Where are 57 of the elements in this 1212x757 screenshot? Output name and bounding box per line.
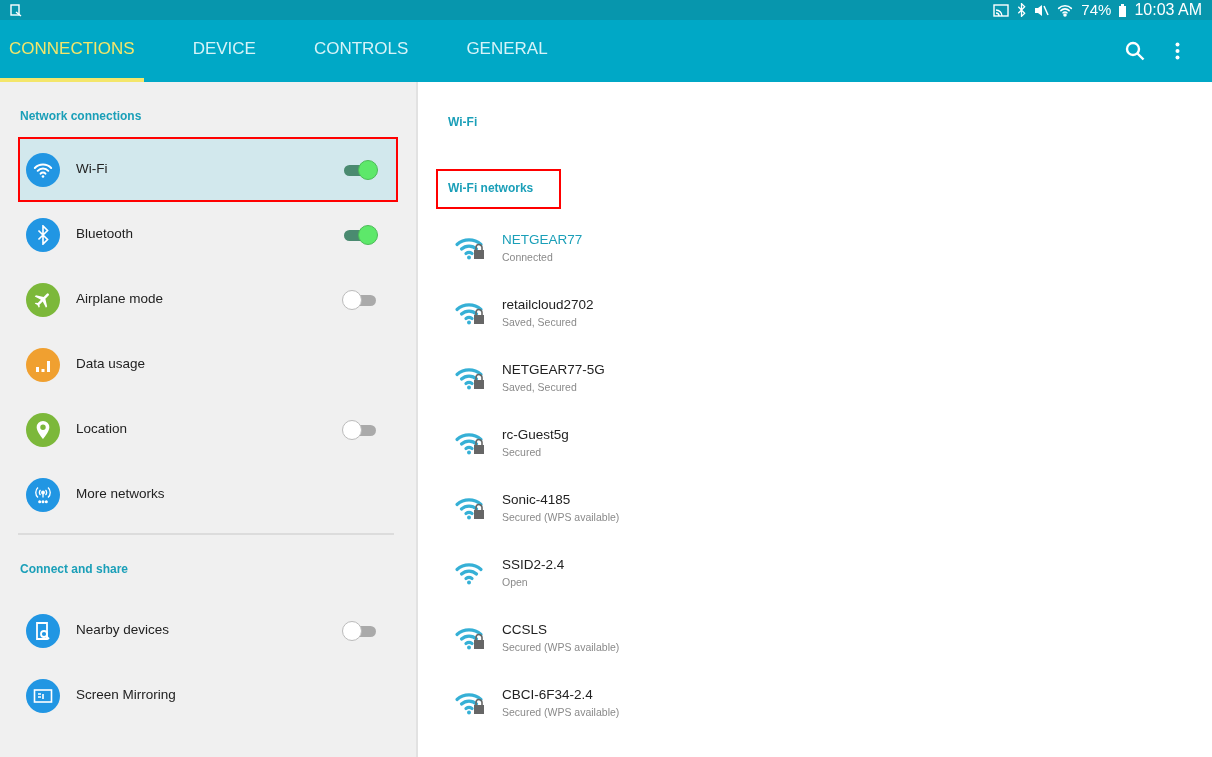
section-heading: Wi-Fi networks: [436, 169, 562, 209]
toggle-switch[interactable]: [342, 418, 378, 441]
network-status: Connected: [502, 249, 554, 265]
network-name: Sonic-4185: [502, 490, 572, 509]
screenshot-icon: [10, 3, 22, 17]
network-status: Secured (WPS available): [502, 639, 620, 655]
cast-icon: [993, 3, 1010, 17]
settings-item[interactable]: Airplane mode: [18, 267, 398, 332]
toggle-switch[interactable]: [342, 288, 378, 311]
wifi-signal-icon: [1057, 3, 1074, 17]
network-row[interactable]: SSID2-2.4 Open: [448, 540, 1182, 605]
toggle-switch[interactable]: [342, 223, 378, 246]
network-row[interactable]: rc-Guest5g Secured: [448, 410, 1182, 475]
settings-item[interactable]: Wi-Fi: [18, 137, 398, 202]
settings-item[interactable]: Data usage: [18, 332, 398, 397]
network-row[interactable]: NETGEAR77 Connected: [448, 215, 1182, 280]
section-heading: Network connections: [19, 108, 143, 125]
network-name: NETGEAR77-5G: [502, 360, 605, 379]
network-row[interactable]: CCSLS Secured (WPS available): [448, 605, 1182, 670]
battery-percent: 74%: [1081, 0, 1112, 20]
settings-item[interactable]: Nearby devices: [18, 598, 398, 663]
network-name: SSID2-2.4: [502, 555, 565, 574]
toggle-switch[interactable]: [342, 619, 378, 642]
item-label: Data usage: [76, 355, 146, 374]
settings-item[interactable]: Bluetooth: [18, 202, 398, 267]
network-status: Saved, Secured: [502, 314, 578, 330]
network-name: NETGEAR77: [502, 230, 583, 249]
toggle-switch[interactable]: [342, 158, 378, 181]
network-name: CCSLS: [502, 620, 548, 639]
item-label: Airplane mode: [76, 290, 164, 309]
network-row[interactable]: CBCI-6F34-2.4 Secured (WPS available): [448, 670, 1182, 735]
clock: 10:03 AM: [1134, 0, 1202, 20]
bluetooth-icon: [1017, 3, 1027, 17]
item-label: Nearby devices: [76, 621, 170, 640]
network-status: Secured: [502, 444, 543, 460]
network-row[interactable]: NETGEAR77-5G Saved, Secured: [448, 345, 1182, 410]
settings-item[interactable]: More networks: [18, 462, 398, 527]
item-label: More networks: [76, 485, 165, 504]
network-status: Secured (WPS available): [502, 509, 620, 525]
network-name: rc-Guest5g: [502, 425, 569, 444]
panel-title: Wi-Fi: [448, 114, 479, 131]
network-status: Secured (WPS available): [502, 704, 620, 720]
network-name: retailcloud2702: [502, 295, 594, 314]
muted-speaker-icon: [1034, 3, 1050, 17]
battery-icon: [1119, 3, 1127, 17]
network-name: CBCI-6F34-2.4: [502, 685, 594, 704]
network-status: Open: [502, 574, 529, 590]
settings-item[interactable]: Screen Mirroring: [18, 663, 398, 728]
network-status: Saved, Secured: [502, 379, 578, 395]
item-label: Location: [76, 420, 128, 439]
item-label: Bluetooth: [76, 225, 134, 244]
section-heading: Connect and share: [19, 561, 130, 578]
item-label: Screen Mirroring: [76, 686, 176, 705]
item-label: Wi-Fi: [76, 160, 108, 179]
network-row[interactable]: Sonic-4185 Secured (WPS available): [448, 475, 1182, 540]
settings-item[interactable]: Location: [18, 397, 398, 462]
network-row[interactable]: retailcloud2702 Saved, Secured: [448, 280, 1182, 345]
